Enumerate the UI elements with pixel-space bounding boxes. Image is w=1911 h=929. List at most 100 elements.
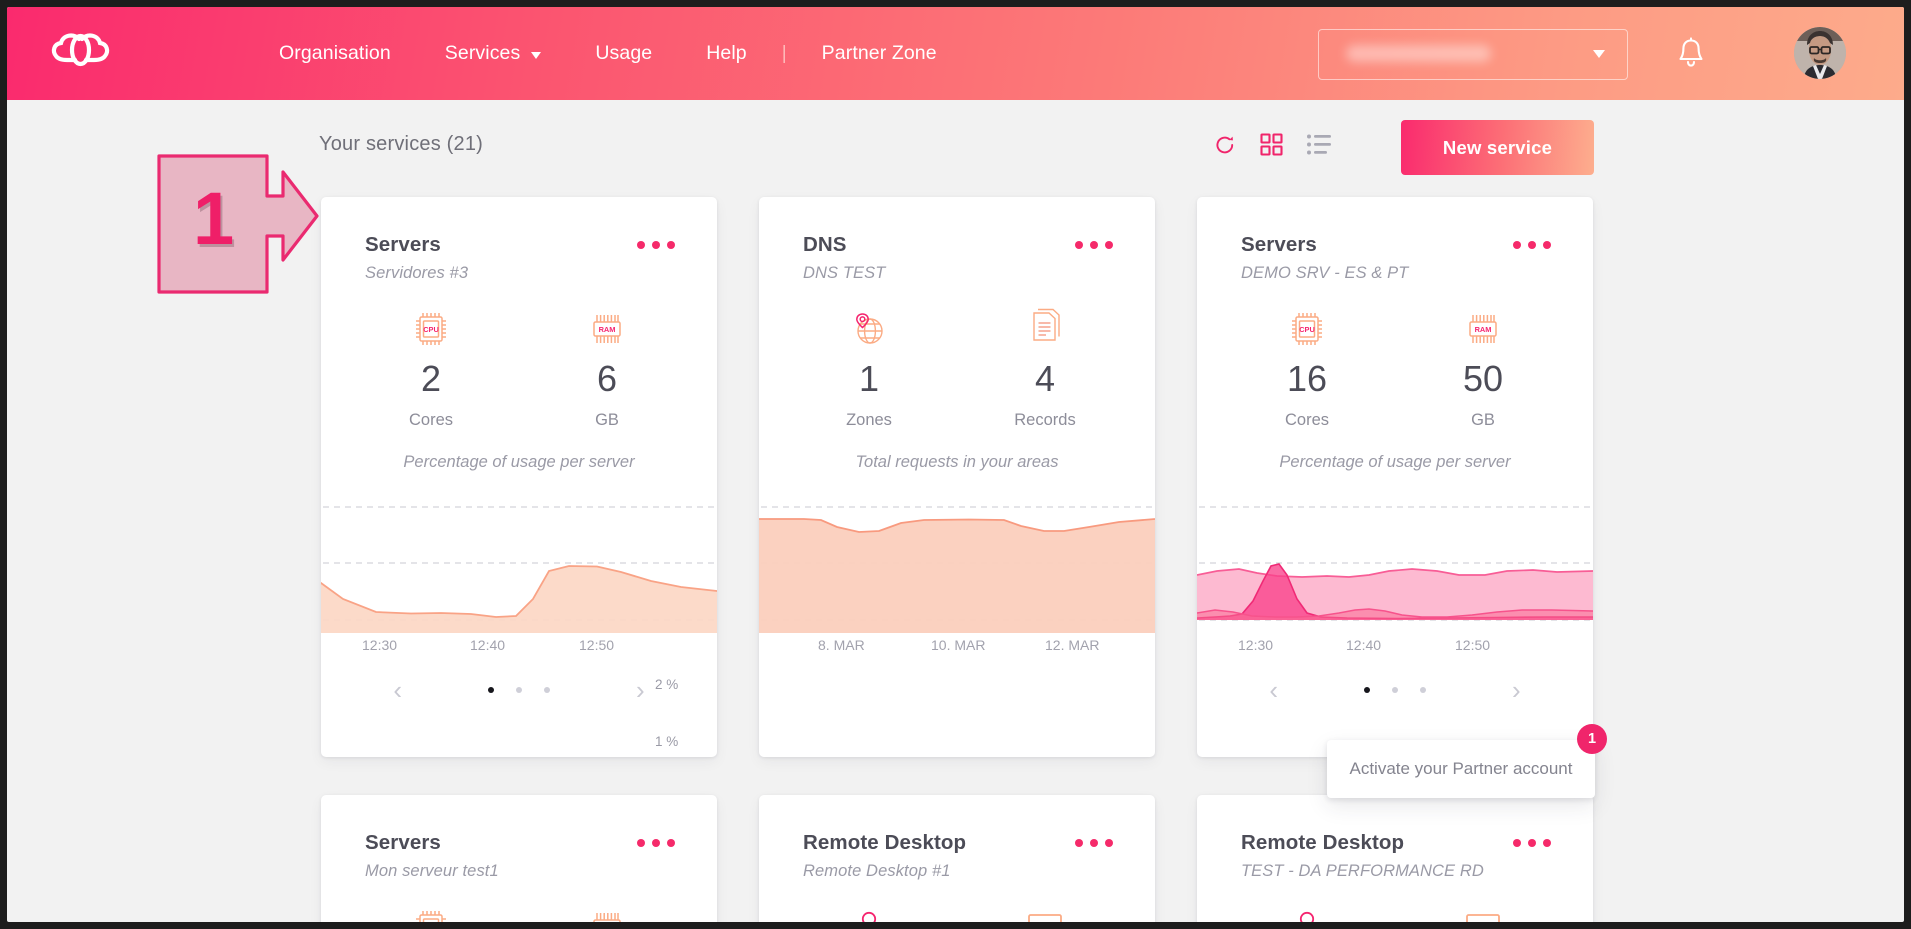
- cpu-icon: CPU: [412, 905, 450, 922]
- user-icon: [1288, 905, 1326, 922]
- nav-label: Usage: [595, 42, 653, 64]
- nav-item-partner-zone[interactable]: Partner Zone: [795, 42, 964, 65]
- service-card[interactable]: Remote Desktop Remote Desktop #1: [759, 795, 1155, 922]
- metric-zones: 1 Zones: [823, 307, 915, 430]
- card-subtitle: DNS TEST: [803, 264, 886, 282]
- top-navigation-bar: Organisation Services Usage Help | Partn…: [7, 7, 1904, 100]
- x-axis: 12:30 12:40 12:50: [1197, 637, 1593, 657]
- chart-caption: Percentage of usage per server: [1279, 453, 1511, 471]
- nav-label: Services: [444, 42, 521, 64]
- user-icon: [850, 905, 888, 922]
- screen-icon: [1461, 905, 1505, 922]
- nav-item-organisation[interactable]: Organisation: [252, 42, 418, 65]
- card-subtitle: TEST - DA PERFORMANCE RD: [1241, 862, 1484, 880]
- card-title: Remote Desktop: [803, 831, 967, 854]
- x-axis: 12:30 12:40 12:50: [321, 637, 717, 657]
- metric-label: Cores: [408, 411, 453, 429]
- organisation-select[interactable]: [1318, 29, 1628, 80]
- metric-screens: [1437, 905, 1529, 922]
- service-card[interactable]: Servers Mon serveur test1 CPU: [321, 795, 717, 922]
- page-dot[interactable]: [516, 687, 522, 693]
- card-header: Servers Mon serveur test1: [365, 831, 499, 881]
- toast-badge: 1: [1577, 724, 1607, 754]
- card-menu-button[interactable]: [637, 839, 675, 847]
- svg-text:RAM: RAM: [1475, 325, 1492, 334]
- grid-view-icon[interactable]: [1260, 133, 1283, 156]
- x-axis-tick: 12:50: [1455, 637, 1491, 653]
- card-title: Remote Desktop: [1241, 831, 1405, 854]
- ram-icon: RAM: [587, 905, 627, 922]
- nav-item-usage[interactable]: Usage: [568, 42, 679, 65]
- nav-item-help[interactable]: Help: [679, 42, 774, 65]
- svg-text:CPU: CPU: [423, 325, 439, 334]
- requests-area-chart: [759, 483, 1155, 633]
- metric-label: Cores: [1284, 411, 1329, 429]
- card-menu-button[interactable]: [1513, 241, 1551, 249]
- metric-label: GB: [1471, 411, 1495, 429]
- page-dot[interactable]: [1364, 687, 1370, 693]
- x-axis-tick: 12:40: [1346, 637, 1382, 653]
- service-card[interactable]: Remote Desktop TEST - DA PERFORMANCE RD: [1197, 795, 1593, 922]
- x-axis-tick: 12:50: [579, 637, 615, 653]
- nav-item-services[interactable]: Services: [418, 42, 569, 65]
- card-header: DNS DNS TEST: [803, 233, 885, 283]
- metric-label: GB: [595, 411, 619, 429]
- previous-page-button[interactable]: ‹: [393, 677, 402, 703]
- nav-divider: |: [781, 42, 787, 64]
- card-menu-button[interactable]: [637, 241, 675, 249]
- chart-pagination: ‹ ›: [1197, 675, 1593, 705]
- annotation-number: 1: [193, 177, 235, 260]
- card-menu-button[interactable]: [1513, 839, 1551, 847]
- page-dot[interactable]: [544, 687, 550, 693]
- nav-label: Organisation: [279, 42, 391, 64]
- page-dot[interactable]: [1420, 687, 1426, 693]
- partner-activation-toast[interactable]: Activate your Partner account 1: [1327, 724, 1607, 798]
- refresh-icon[interactable]: [1214, 134, 1236, 156]
- annotation-callout-1: 1: [157, 154, 319, 299]
- page-dots: [488, 687, 550, 693]
- ram-icon: RAM: [587, 307, 627, 349]
- svg-text:CPU: CPU: [1299, 325, 1315, 334]
- screen-icon: [1023, 905, 1067, 922]
- metric-screens: [999, 905, 1091, 922]
- page-dots: [1364, 687, 1426, 693]
- new-service-button[interactable]: New service: [1401, 120, 1594, 175]
- metric-ram: RAM 50 GB: [1437, 307, 1529, 430]
- next-page-button[interactable]: ›: [1512, 677, 1521, 703]
- service-card[interactable]: Servers DEMO SRV - ES & PT CPU 16 Cores …: [1197, 197, 1593, 757]
- card-metrics: [1197, 905, 1593, 922]
- card-header: Remote Desktop Remote Desktop #1: [803, 831, 966, 881]
- notifications-bell-icon[interactable]: [1677, 37, 1705, 69]
- next-page-button[interactable]: ›: [636, 677, 645, 703]
- chevron-down-icon: [1593, 50, 1605, 58]
- card-metrics: CPU 16 Cores RAM 50 GB: [1197, 307, 1593, 430]
- card-menu-button[interactable]: [1075, 241, 1113, 249]
- card-title: Servers: [1241, 233, 1317, 256]
- globe-pin-icon: [849, 307, 889, 349]
- x-axis-tick: 12:30: [362, 637, 398, 653]
- cloud-logo-icon[interactable]: [49, 31, 111, 75]
- metric-cores: CPU 2 Cores: [385, 307, 477, 430]
- nav-label: Help: [706, 42, 747, 64]
- metric-value: 50: [1462, 358, 1504, 399]
- chart-pagination: ‹ ›: [321, 675, 717, 705]
- chart-caption: Total requests in your areas: [855, 453, 1059, 471]
- y-axis-tick: 1 %: [655, 734, 679, 749]
- card-header: Servers DEMO SRV - ES & PT: [1241, 233, 1408, 283]
- metric-records: 4 Records: [999, 307, 1091, 430]
- previous-page-button[interactable]: ‹: [1269, 677, 1278, 703]
- x-axis-tick: 12:30: [1238, 637, 1274, 653]
- ram-icon: RAM: [1463, 307, 1503, 349]
- card-header: Servers Servidores #3: [365, 233, 468, 283]
- service-card[interactable]: DNS DNS TEST 1 Zones 4 Records Total req…: [759, 197, 1155, 757]
- view-toolbar: [1214, 133, 1331, 156]
- metric-value: 4: [1034, 358, 1056, 399]
- list-view-icon[interactable]: [1307, 134, 1331, 155]
- card-title: Servers: [365, 831, 441, 854]
- page-dot[interactable]: [488, 687, 494, 693]
- page-dot[interactable]: [1392, 687, 1398, 693]
- card-title: Servers: [365, 233, 441, 256]
- user-avatar[interactable]: [1794, 27, 1846, 79]
- card-menu-button[interactable]: [1075, 839, 1113, 847]
- service-card[interactable]: Servers Servidores #3 CPU 2 Cores RAM 6 …: [321, 197, 717, 757]
